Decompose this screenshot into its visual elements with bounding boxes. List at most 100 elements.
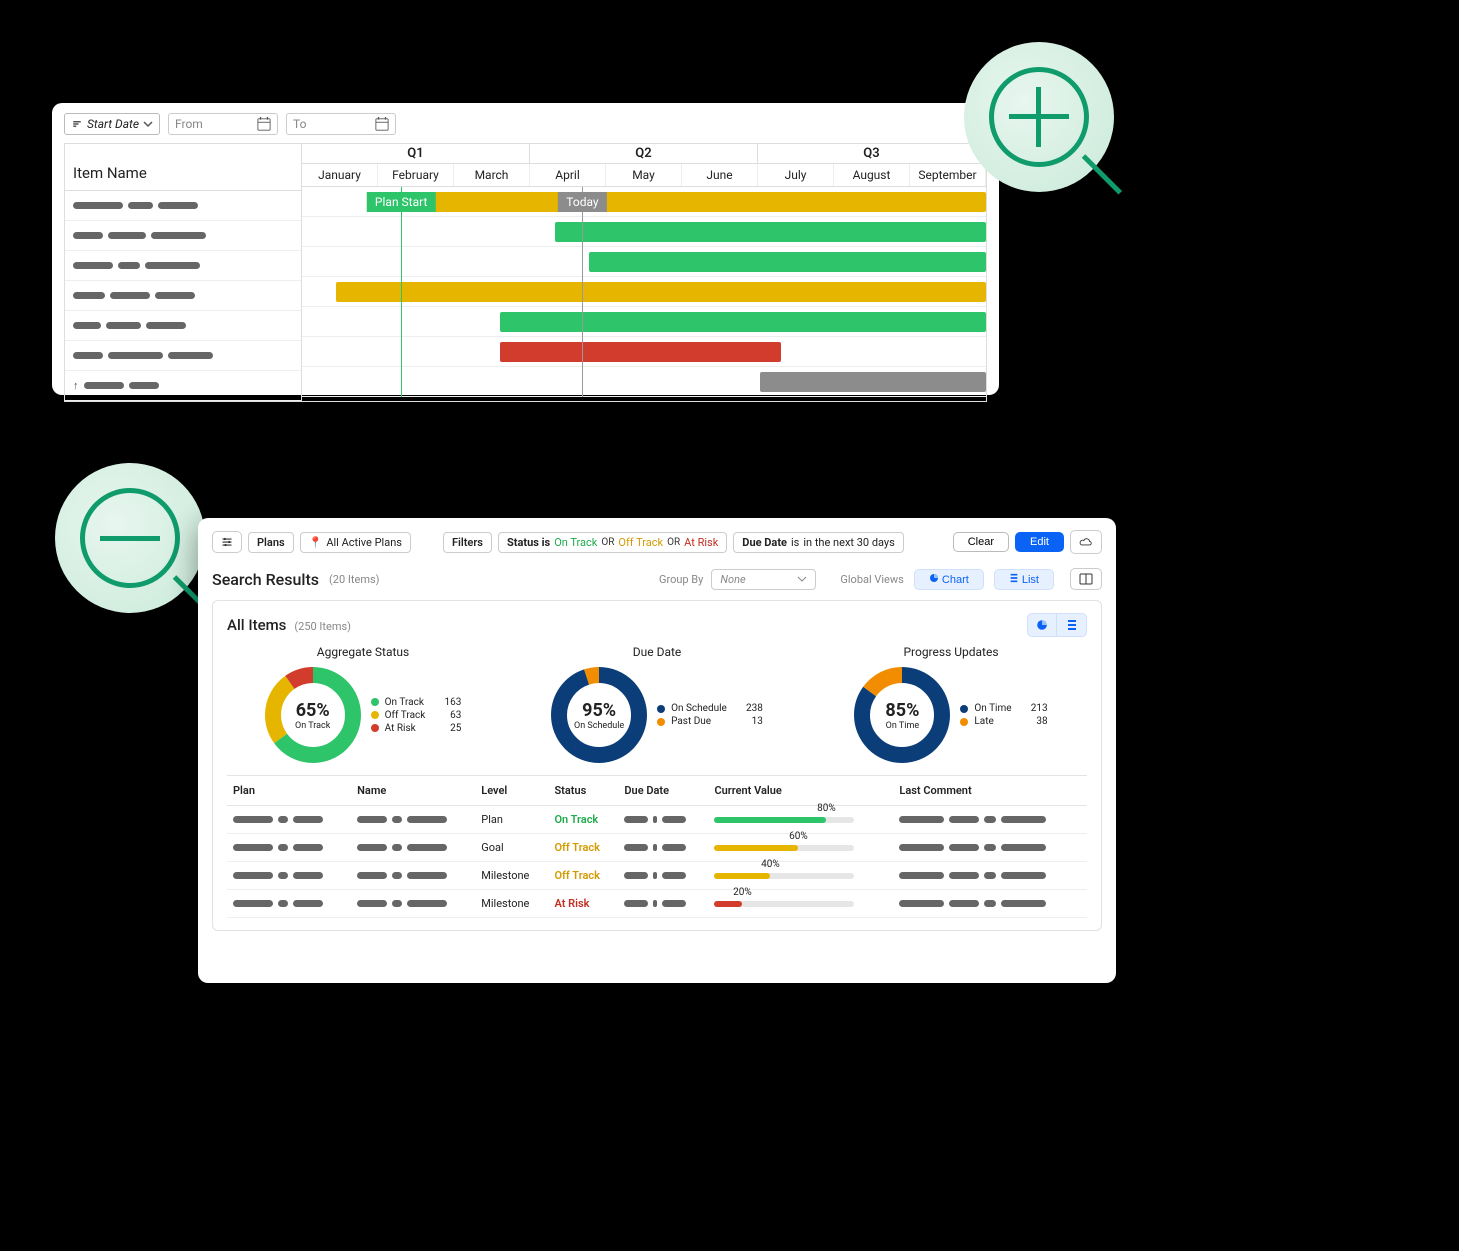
legend-value: 38 xyxy=(1018,716,1048,727)
list-icon xyxy=(1009,573,1019,583)
chart-block: Progress Updates 85% On Time On Time 213… xyxy=(815,645,1087,763)
gantt-bar[interactable] xyxy=(760,372,986,392)
legend-label: On Time xyxy=(974,703,1011,714)
chart-view-button[interactable]: Chart xyxy=(914,569,984,590)
progress-bar: 60% xyxy=(714,845,854,851)
plan-scope-chip[interactable]: 📍 All Active Plans xyxy=(300,532,411,553)
zoom-in-badge xyxy=(964,42,1114,192)
list-icon xyxy=(1066,619,1078,631)
item-name-header: Item Name xyxy=(65,144,301,191)
chart-title: Aggregate Status xyxy=(227,645,499,659)
due-date-value: in the next 30 days xyxy=(803,536,894,549)
chart-btn-label: Chart xyxy=(942,574,969,586)
item-row[interactable] xyxy=(65,191,301,221)
status-filter-chip[interactable]: Status is On Track OR Off Track OR At Ri… xyxy=(498,532,727,553)
cloud-icon xyxy=(1079,535,1093,549)
filter-settings-button[interactable] xyxy=(212,531,242,553)
bar-row xyxy=(302,247,986,277)
month-row: January February March April May June Ju… xyxy=(302,164,986,187)
pie-icon xyxy=(929,573,939,583)
cloud-sync-button[interactable] xyxy=(1070,530,1102,554)
edit-button[interactable]: Edit xyxy=(1015,532,1064,552)
calendar-icon xyxy=(375,117,389,131)
magnifier-icon xyxy=(989,67,1089,167)
chart-block: Due Date 95% On Schedule On Schedule 238… xyxy=(521,645,793,763)
sort-icon xyxy=(71,118,83,130)
gantt-bar[interactable] xyxy=(500,342,780,362)
list-btn-label: List xyxy=(1022,574,1039,586)
groupby-select[interactable]: None xyxy=(711,569,816,590)
legend-item: Past Due 13 xyxy=(657,716,763,727)
groupby-row: Group By None xyxy=(659,569,816,590)
clear-button[interactable]: Clear xyxy=(953,532,1009,552)
due-date-prefix: Due Date xyxy=(742,536,787,549)
cell-comment xyxy=(893,890,1087,918)
all-items-card: All Items (250 Items) Aggregate Status 6… xyxy=(212,600,1102,931)
chevron-down-icon xyxy=(797,574,807,584)
legend-label: Late xyxy=(974,716,993,727)
status-is: Status is xyxy=(507,536,550,549)
gantt-bar[interactable] xyxy=(401,192,986,212)
gantt-bar[interactable] xyxy=(589,252,986,272)
chart-legend: On Schedule 238 Past Due 13 xyxy=(657,701,763,729)
zoom-out-badge xyxy=(55,463,205,613)
table-col-header[interactable]: Status xyxy=(548,776,618,806)
table-col-header[interactable]: Current Value xyxy=(708,776,893,806)
all-items-title: All Items xyxy=(227,616,286,634)
month-cell: July xyxy=(758,164,834,186)
legend-value: 213 xyxy=(1018,703,1048,714)
table-col-header[interactable]: Level xyxy=(475,776,548,806)
legend-item: On Track 163 xyxy=(371,697,462,708)
pie-icon xyxy=(1036,619,1048,631)
cell-level: Plan xyxy=(475,806,548,834)
gantt-timeline: Q1 Q2 Q3 January February March April Ma… xyxy=(302,144,986,401)
item-row[interactable]: ↑ xyxy=(65,371,301,401)
table-row[interactable]: Plan On Track 80% xyxy=(227,806,1087,834)
item-row[interactable] xyxy=(65,221,301,251)
sort-select[interactable]: Start Date xyxy=(64,113,160,135)
item-row[interactable] xyxy=(65,311,301,341)
table-body: Plan On Track 80% Goal Off Track 60% Mil… xyxy=(227,806,1087,918)
table-col-header[interactable]: Name xyxy=(351,776,475,806)
magnifier-icon xyxy=(80,488,180,588)
chart-title: Due Date xyxy=(521,645,793,659)
month-cell: March xyxy=(454,164,530,186)
month-cell: August xyxy=(834,164,910,186)
from-date-input[interactable]: From xyxy=(168,113,278,135)
to-date-input[interactable]: To xyxy=(286,113,396,135)
month-cell: April xyxy=(530,164,606,186)
cell-due xyxy=(618,834,708,862)
month-cell: May xyxy=(606,164,682,186)
cell-progress: 20% xyxy=(708,890,893,918)
table-col-header[interactable]: Plan xyxy=(227,776,351,806)
legend-dot xyxy=(657,718,665,726)
list-view-button[interactable]: List xyxy=(994,569,1054,590)
plan-start-chip: Plan Start xyxy=(367,192,435,212)
donut-percent: 85% xyxy=(885,700,919,721)
card-chart-view[interactable] xyxy=(1027,613,1057,637)
donut-chart: 65% On Track xyxy=(265,667,361,763)
due-date-filter-chip[interactable]: Due Date is in the next 30 days xyxy=(733,532,904,553)
cell-level: Milestone xyxy=(475,862,548,890)
table-row[interactable]: Milestone At Risk 20% xyxy=(227,890,1087,918)
quarter-cell: Q2 xyxy=(530,144,758,163)
cell-status: Off Track xyxy=(548,862,618,890)
item-row[interactable] xyxy=(65,251,301,281)
plan-scope: All Active Plans xyxy=(326,536,402,549)
table-col-header[interactable]: Due Date xyxy=(618,776,708,806)
gantt-bar[interactable] xyxy=(555,222,986,242)
table-row[interactable]: Milestone Off Track 40% xyxy=(227,862,1087,890)
progress-bar: 40% xyxy=(714,873,854,879)
table-row[interactable]: Goal Off Track 60% xyxy=(227,834,1087,862)
layout-toggle-button[interactable] xyxy=(1070,568,1102,590)
table-col-header[interactable]: Last Comment xyxy=(893,776,1087,806)
item-row[interactable] xyxy=(65,281,301,311)
card-list-view[interactable] xyxy=(1057,613,1087,637)
gantt-bar[interactable] xyxy=(500,312,986,332)
item-row[interactable] xyxy=(65,341,301,371)
gantt-bar[interactable] xyxy=(336,282,986,302)
cell-status: On Track xyxy=(548,806,618,834)
legend-label: On Schedule xyxy=(671,703,727,714)
legend-value: 163 xyxy=(431,697,461,708)
legend-value: 25 xyxy=(431,723,461,734)
